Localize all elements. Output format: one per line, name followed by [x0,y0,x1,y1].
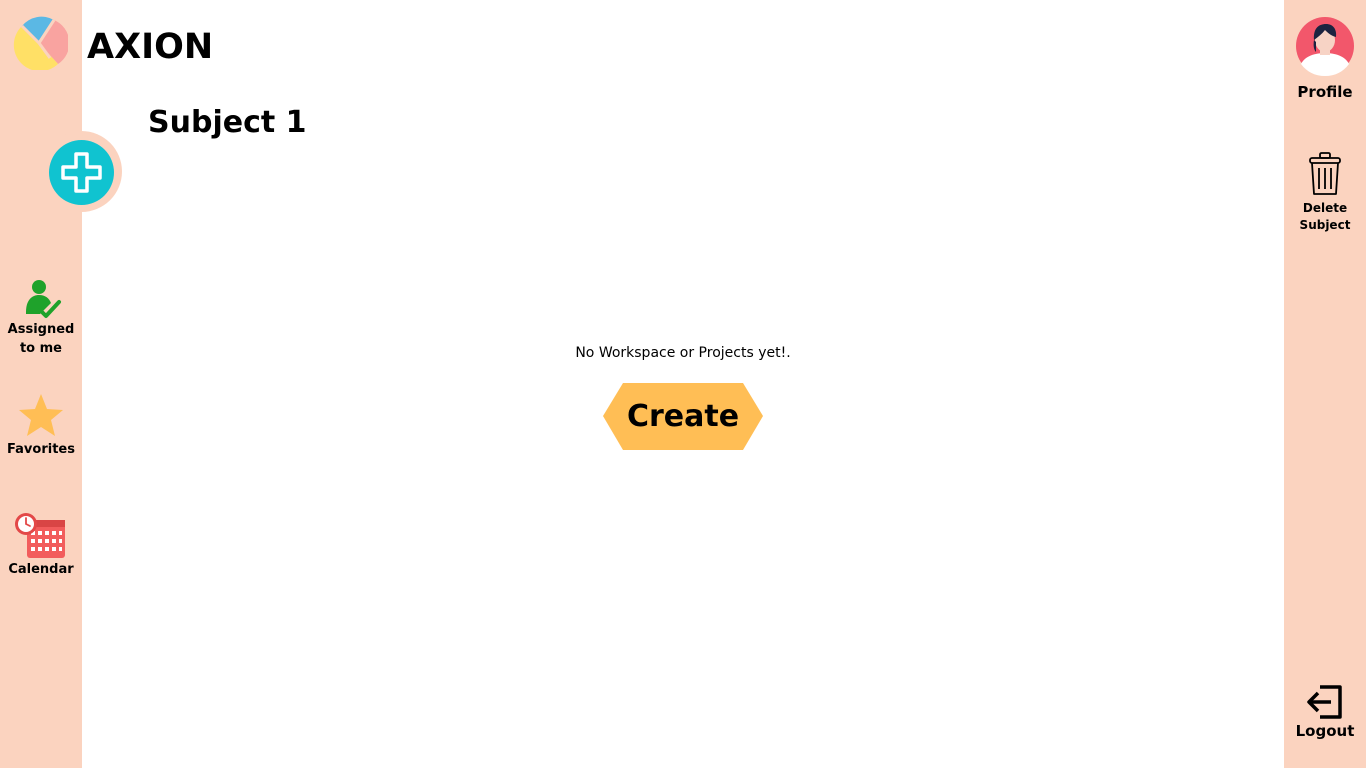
create-button[interactable]: Create [603,383,763,450]
logout-icon [1307,685,1342,719]
profile-label: Profile [1297,83,1353,101]
profile-button[interactable]: Profile [1284,16,1366,102]
trash-icon [1309,152,1341,195]
logout-button[interactable]: Logout [1284,684,1366,741]
nav-calendar-label: Calendar [8,562,74,577]
logout-label: Logout [1295,722,1355,740]
page-title: Subject 1 [148,105,307,140]
pie-logo-icon [10,16,70,72]
nav-favorites[interactable]: Favorites [0,392,82,459]
nav-assigned-label-1: Assigned [7,322,75,337]
delete-subject-button[interactable]: Delete Subject [1284,152,1366,234]
app-window: AXION Subject 1 Assigned to me Favorites [0,0,1366,768]
user-check-icon [26,280,61,318]
left-sidebar [0,0,82,768]
nav-favorites-label: Favorites [7,442,75,457]
avatar-icon [1296,17,1354,76]
plus-icon [61,152,102,193]
delete-label-1: Delete [1302,201,1348,215]
nav-calendar[interactable]: Calendar [0,512,82,579]
nav-assigned-to-me[interactable]: Assigned to me [0,278,82,358]
add-button[interactable] [49,140,114,205]
brand-name: AXION [87,27,214,67]
empty-state-message: No Workspace or Projects yet!. [575,345,791,361]
right-sidebar [1284,0,1366,768]
calendar-icon [15,513,65,558]
nav-assigned-label-2: to me [19,341,63,356]
delete-label-2: Subject [1299,218,1351,232]
star-icon [19,394,63,436]
